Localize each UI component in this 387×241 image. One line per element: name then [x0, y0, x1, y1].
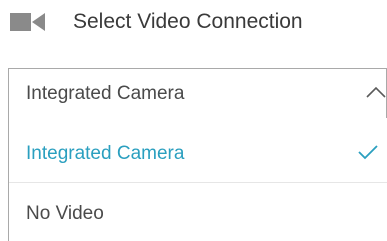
- check-icon: [357, 143, 379, 161]
- video-connection-panel: Select Video Connection Integrated Camer…: [0, 0, 387, 241]
- option-no-video[interactable]: No Video: [9, 184, 387, 241]
- option-label: Integrated Camera: [26, 143, 185, 164]
- video-connection-header: Select Video Connection: [0, 0, 387, 50]
- video-source-select[interactable]: Integrated Camera: [8, 68, 387, 118]
- video-source-dropdown-list: Integrated Camera No Video: [8, 118, 387, 241]
- chevron-up-icon[interactable]: [365, 85, 387, 99]
- video-camera-icon: [10, 11, 46, 33]
- video-connection-title: Select Video Connection: [73, 10, 303, 33]
- option-integrated-camera[interactable]: Integrated Camera: [9, 124, 387, 183]
- option-label: No Video: [26, 203, 104, 224]
- selected-video-source: Integrated Camera: [26, 83, 185, 104]
